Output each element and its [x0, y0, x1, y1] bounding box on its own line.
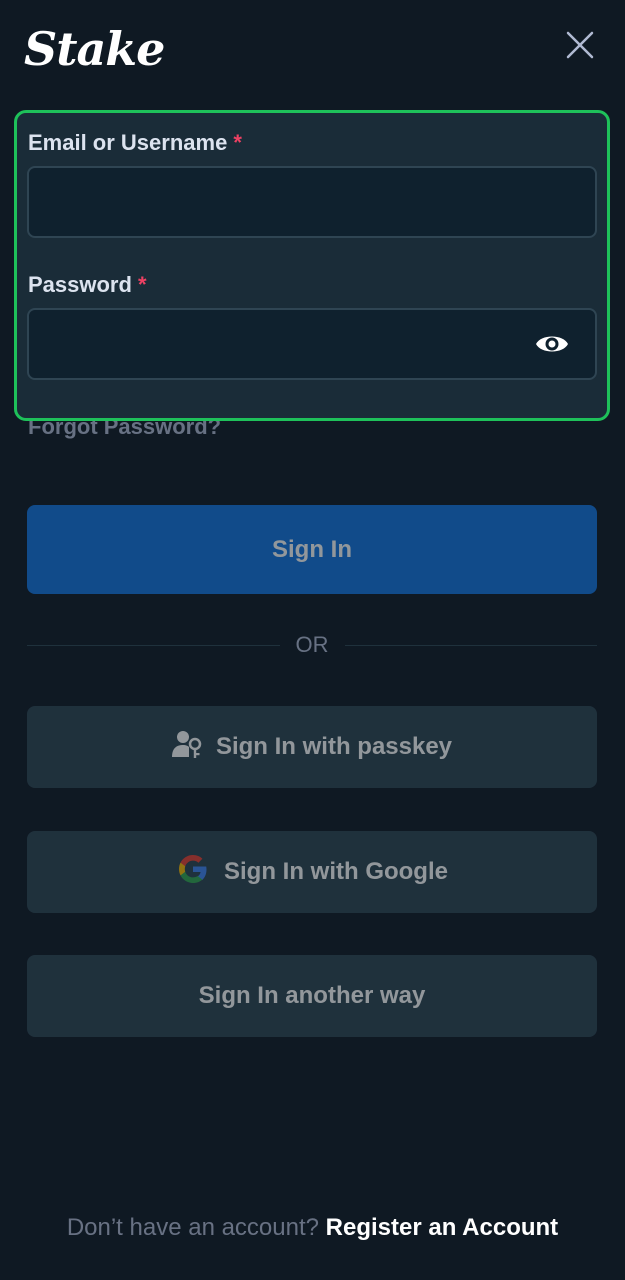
- footer-prompt: Don’t have an account?: [66, 1214, 319, 1241]
- email-field[interactable]: [27, 166, 597, 238]
- google-label: Sign In with Google: [224, 858, 448, 885]
- required-marker: *: [233, 130, 242, 155]
- or-text: OR: [295, 632, 329, 657]
- google-icon: [176, 852, 210, 893]
- password-label-text: Password: [28, 272, 132, 297]
- required-marker: *: [137, 272, 147, 297]
- email-label-text: Email or Username: [28, 130, 228, 155]
- passkey-icon: [171, 729, 202, 766]
- stake-logo: Stake: [24, 22, 165, 76]
- password-input[interactable]: [29, 310, 595, 378]
- sign-in-button[interactable]: Sign In: [27, 505, 597, 594]
- divider-line-left: [27, 644, 280, 646]
- footer: Don’t have an account? Register an Accou…: [0, 1214, 625, 1242]
- password-field[interactable]: [27, 308, 597, 380]
- or-divider: OR: [27, 630, 597, 660]
- close-icon[interactable]: [563, 28, 597, 62]
- sign-in-google-button[interactable]: Sign In with Google: [27, 831, 597, 913]
- divider-line-right: [344, 644, 597, 646]
- register-link[interactable]: Register an Account: [326, 1214, 559, 1241]
- email-label: Email or Username *: [28, 130, 242, 156]
- sign-in-passkey-button[interactable]: Sign In with passkey: [27, 706, 597, 788]
- passkey-label: Sign In with passkey: [215, 733, 453, 760]
- sign-in-another-way-button[interactable]: Sign In another way: [27, 955, 597, 1037]
- email-input[interactable]: [29, 168, 595, 236]
- eye-icon[interactable]: [535, 331, 569, 357]
- sign-in-label: Sign In: [272, 535, 352, 563]
- password-label: Password *: [28, 272, 147, 298]
- another-way-label: Sign In another way: [198, 982, 426, 1009]
